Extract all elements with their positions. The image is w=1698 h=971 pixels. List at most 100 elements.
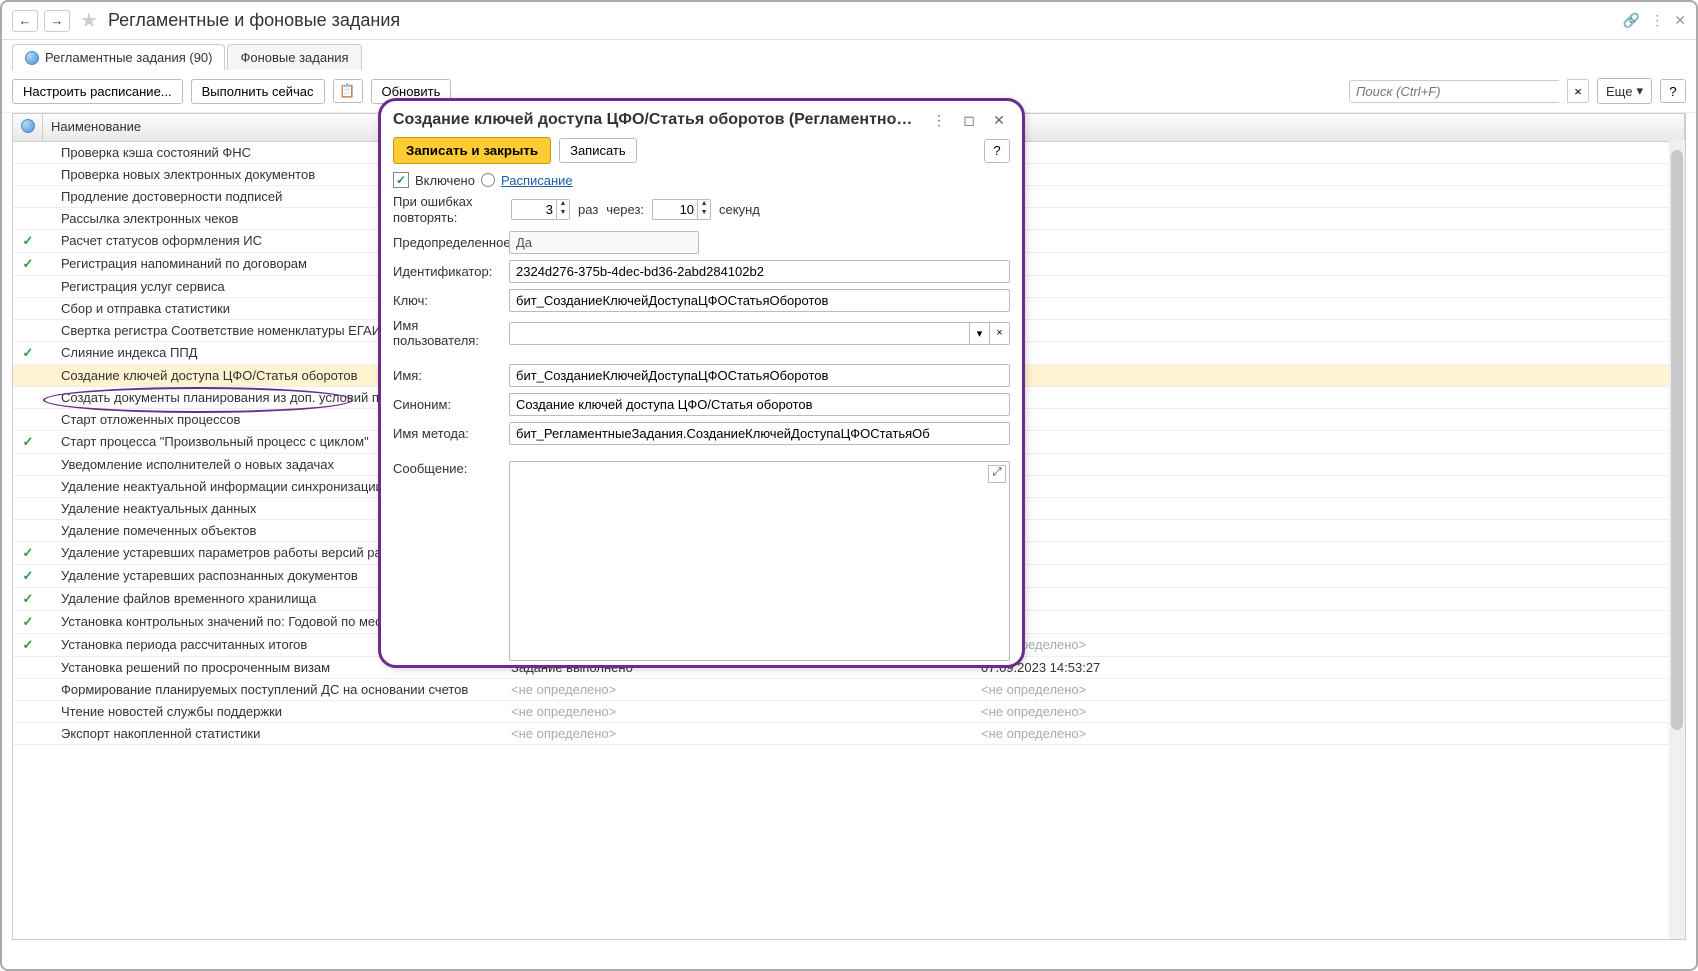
check-icon xyxy=(13,660,43,675)
column-status[interactable] xyxy=(13,114,43,141)
task-name: Чтение новостей службы поддержки xyxy=(43,704,503,719)
more-button[interactable]: Еще ▾ xyxy=(1597,78,1652,104)
syn-label: Синоним: xyxy=(393,397,503,412)
task-date: ено> xyxy=(973,568,1685,584)
retry-after-label: через: xyxy=(606,202,644,217)
table-row[interactable]: Экспорт накопленной статистики<не опреде… xyxy=(13,723,1685,745)
tab-background-label: Фоновые задания xyxy=(240,50,348,65)
syn-field[interactable] xyxy=(509,393,1010,416)
task-name: Экспорт накопленной статистики xyxy=(43,726,503,741)
spin-down-icon[interactable]: ▼ xyxy=(557,209,569,218)
user-clear-button[interactable]: × xyxy=(990,322,1010,345)
check-icon xyxy=(13,368,43,383)
task-date: <не определено> xyxy=(973,682,1685,697)
retry-times-label: раз xyxy=(578,202,598,217)
tab-scheduled[interactable]: Регламентные задания (90) xyxy=(12,44,225,70)
check-icon: ✓ xyxy=(13,434,43,450)
task-state: <не определено> xyxy=(503,682,973,697)
save-close-button[interactable]: Записать и закрыть xyxy=(393,137,551,164)
expand-icon[interactable]: ⤢ xyxy=(988,465,1006,483)
task-date: ено> xyxy=(973,368,1685,383)
enabled-checkbox[interactable]: ✓ xyxy=(393,172,409,188)
predef-label: Предопределенное: xyxy=(393,235,503,250)
key-field[interactable] xyxy=(509,289,1010,312)
message-textarea[interactable]: ⤢ xyxy=(509,461,1010,661)
globe-icon xyxy=(25,51,39,65)
name-label: Имя: xyxy=(393,368,503,383)
user-field[interactable] xyxy=(509,322,970,345)
spin-down-icon[interactable]: ▼ xyxy=(698,209,710,218)
kebab-menu-icon[interactable]: ⋮ xyxy=(1650,12,1664,29)
check-icon: ✓ xyxy=(13,637,43,653)
dialog-close-icon[interactable]: ✕ xyxy=(988,109,1010,131)
retry-seconds-label: секунд xyxy=(719,202,760,217)
task-date: ено> xyxy=(973,591,1685,607)
task-date: <не определено> xyxy=(973,637,1685,653)
retry-count-input[interactable] xyxy=(512,200,556,219)
check-icon xyxy=(13,301,43,316)
table-row[interactable]: Чтение новостей службы поддержки<не опре… xyxy=(13,701,1685,723)
dialog-kebab-icon[interactable]: ⋮ xyxy=(928,109,950,131)
task-date: ено> xyxy=(973,189,1685,204)
predef-field xyxy=(509,231,699,254)
check-icon xyxy=(13,726,43,741)
configure-schedule-button[interactable]: Настроить расписание... xyxy=(12,79,183,104)
schedule-link[interactable]: Расписание xyxy=(501,173,573,188)
check-icon: ✓ xyxy=(13,591,43,607)
task-dialog: Создание ключей доступа ЦФО/Статья оборо… xyxy=(378,98,1025,668)
check-icon xyxy=(13,189,43,204)
save-button[interactable]: Записать xyxy=(559,138,637,163)
task-date: ено> xyxy=(973,434,1685,450)
task-state: <не определено> xyxy=(503,704,973,719)
scrollbar-track[interactable] xyxy=(1669,140,1685,939)
task-date: ено> xyxy=(973,256,1685,272)
back-button[interactable]: ← xyxy=(12,10,38,32)
check-icon xyxy=(13,457,43,472)
link-icon[interactable]: 🔗 xyxy=(1623,12,1640,29)
check-icon xyxy=(13,279,43,294)
clock-icon xyxy=(481,173,495,187)
chevron-down-icon: ▾ xyxy=(1636,83,1643,99)
help-button[interactable]: ? xyxy=(1660,79,1686,103)
dialog-maximize-icon[interactable]: ◻ xyxy=(958,109,980,131)
run-now-button[interactable]: Выполнить сейчас xyxy=(191,79,325,104)
msg-label: Сообщение: xyxy=(393,461,503,476)
name-field[interactable] xyxy=(509,364,1010,387)
key-label: Ключ: xyxy=(393,293,503,308)
task-date: 07.09.2023 14:53:27 xyxy=(973,660,1685,675)
id-label: Идентификатор: xyxy=(393,264,503,279)
table-row[interactable]: Формирование планируемых поступлений ДС … xyxy=(13,679,1685,701)
search-clear-button[interactable]: × xyxy=(1567,79,1589,103)
task-date: ено> xyxy=(973,211,1685,226)
spin-up-icon[interactable]: ▲ xyxy=(557,200,569,209)
retry-interval-input[interactable] xyxy=(653,200,697,219)
task-date: <не определено> xyxy=(973,704,1685,719)
task-date: ено> xyxy=(973,279,1685,294)
check-icon: ✓ xyxy=(13,233,43,249)
search-input[interactable] xyxy=(1349,80,1559,103)
dialog-help-button[interactable]: ? xyxy=(984,139,1010,163)
method-field[interactable] xyxy=(509,422,1010,445)
check-icon: ✓ xyxy=(13,545,43,561)
spin-up-icon[interactable]: ▲ xyxy=(698,200,710,209)
tab-background[interactable]: Фоновые задания xyxy=(227,44,361,70)
calendar-icon-button[interactable]: 📋 xyxy=(333,79,363,103)
check-icon xyxy=(13,211,43,226)
task-state: <не определено> xyxy=(503,726,973,741)
page-title: Регламентные и фоновые задания xyxy=(108,10,1617,31)
star-icon[interactable]: ★ xyxy=(80,8,98,33)
close-icon[interactable]: ✕ xyxy=(1674,12,1686,29)
check-icon: ✓ xyxy=(13,614,43,630)
task-date: ено> xyxy=(973,145,1685,160)
tab-scheduled-label: Регламентные задания (90) xyxy=(45,50,212,65)
task-date: ено> xyxy=(973,545,1685,561)
task-date: ено> xyxy=(973,167,1685,182)
column-date[interactable]: ния xyxy=(973,114,1685,141)
user-dropdown-button[interactable]: ▾ xyxy=(970,322,990,345)
check-icon xyxy=(13,390,43,405)
scrollbar-thumb[interactable] xyxy=(1671,150,1683,730)
check-icon xyxy=(13,479,43,494)
forward-button[interactable]: → xyxy=(44,10,70,32)
id-field[interactable] xyxy=(509,260,1010,283)
task-date: ено> xyxy=(973,523,1685,538)
